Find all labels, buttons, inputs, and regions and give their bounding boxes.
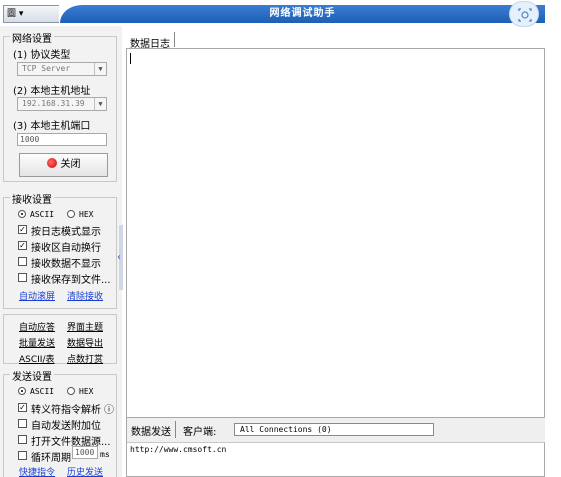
receive-hex-label: HEX xyxy=(79,210,94,219)
ascii-table-link[interactable]: ASCII/表 xyxy=(19,352,55,365)
chevron-down-icon: ▼ xyxy=(94,98,106,110)
receive-ascii-label: ASCII xyxy=(30,210,55,219)
red-dot-icon xyxy=(46,158,57,168)
file-source-label: 打开文件数据源... xyxy=(31,437,111,448)
auto-append-checkbox[interactable] xyxy=(18,419,27,428)
escape-parse-checkbox[interactable]: ✓ xyxy=(18,403,27,412)
tab-data-send[interactable]: 数据发送 xyxy=(131,423,171,438)
main-area: 数据日志 数据发送 客户端: All Connections (0) http:… xyxy=(126,26,545,477)
file-source-checkbox[interactable] xyxy=(18,435,27,444)
loop-period-input[interactable]: 1000 xyxy=(72,446,98,459)
auto-wrap-label: 接收区自动换行 xyxy=(31,243,101,254)
network-settings-title: 网络设置 xyxy=(10,30,54,45)
receive-hex-radio[interactable] xyxy=(67,210,75,218)
text-caret xyxy=(130,53,131,64)
chevron-left-icon[interactable]: ‹ xyxy=(117,252,121,263)
tally-link[interactable]: 点数打赏 xyxy=(67,352,103,365)
receive-log-area[interactable] xyxy=(126,48,545,418)
window-title: 网络调试助手 xyxy=(269,8,336,19)
send-tab-divider xyxy=(175,421,176,438)
export-link[interactable]: 数据导出 xyxy=(67,336,103,349)
receive-settings-title: 接收设置 xyxy=(10,191,54,206)
protocol-select[interactable]: TCP Server ▼ xyxy=(17,62,107,76)
chevron-down-icon: ▼ xyxy=(94,63,106,75)
shortcut-commands-link[interactable]: 快捷指令 xyxy=(19,465,55,477)
loop-period-unit: ms xyxy=(100,450,110,459)
escape-parse-label: 转义符指令解析 xyxy=(31,405,101,416)
loop-period-checkbox[interactable] xyxy=(18,451,27,460)
theme-link[interactable]: 界面主题 xyxy=(67,320,103,333)
auto-scroll-link[interactable]: 自动滚屏 xyxy=(19,289,55,302)
app-menu-button[interactable]: 圖 ▾ xyxy=(7,8,37,20)
auto-wrap-checkbox[interactable]: ✓ xyxy=(18,241,27,250)
client-select[interactable]: All Connections (0) xyxy=(234,423,434,436)
settings-panel: 网络设置 (1) 协议类型 TCP Server ▼ (2) 本地主机地址 19… xyxy=(0,26,122,477)
send-toolbar: 数据发送 客户端: All Connections (0) xyxy=(126,418,545,442)
client-label: 客户端: xyxy=(183,427,217,438)
host-label: (2) 本地主机地址 xyxy=(13,86,91,97)
title-bar: 圖 ▾ 网络调试助手 xyxy=(0,0,545,26)
send-input-area[interactable]: http://www.cmsoft.cn xyxy=(126,442,545,477)
send-history-link[interactable]: 历史发送 xyxy=(67,465,103,477)
send-settings-title: 发送设置 xyxy=(10,368,54,383)
port-label: (3) 本地主机端口 xyxy=(13,121,91,132)
log-mode-label: 按日志模式显示 xyxy=(31,227,101,238)
send-hex-radio[interactable] xyxy=(67,387,75,395)
title-band: 网络调试助手 xyxy=(60,5,545,23)
host-address-select[interactable]: 192.168.31.39 ▼ xyxy=(17,97,107,111)
auto-append-label: 自动发送附加位 xyxy=(31,421,101,432)
close-connection-button[interactable]: 关闭 xyxy=(19,153,108,177)
batch-send-link[interactable]: 批量发送 xyxy=(19,336,55,349)
hide-data-checkbox[interactable] xyxy=(18,257,27,266)
send-text: http://www.cmsoft.cn xyxy=(130,445,227,454)
loop-period-label: 循环周期 xyxy=(31,453,71,464)
log-mode-checkbox[interactable]: ✓ xyxy=(18,225,27,234)
send-hex-label: HEX xyxy=(79,387,94,396)
fullscreen-button[interactable] xyxy=(509,1,539,27)
info-icon[interactable]: ⓘ xyxy=(104,401,114,416)
port-input[interactable]: 1000 xyxy=(17,133,107,146)
close-button-label: 关闭 xyxy=(60,159,81,170)
save-to-file-checkbox[interactable] xyxy=(18,273,27,282)
send-ascii-label: ASCII xyxy=(30,387,55,396)
tab-divider xyxy=(174,32,175,47)
save-to-file-label: 接收保存到文件... xyxy=(31,275,111,286)
auto-reply-link[interactable]: 自动应答 xyxy=(19,320,55,333)
protocol-label: (1) 协议类型 xyxy=(13,50,71,61)
fullscreen-icon xyxy=(518,8,532,22)
hide-data-label: 接收数据不显示 xyxy=(31,259,101,270)
send-ascii-radio[interactable] xyxy=(18,387,26,395)
receive-ascii-radio[interactable] xyxy=(18,210,26,218)
clear-receive-link[interactable]: 清除接收 xyxy=(67,289,103,302)
